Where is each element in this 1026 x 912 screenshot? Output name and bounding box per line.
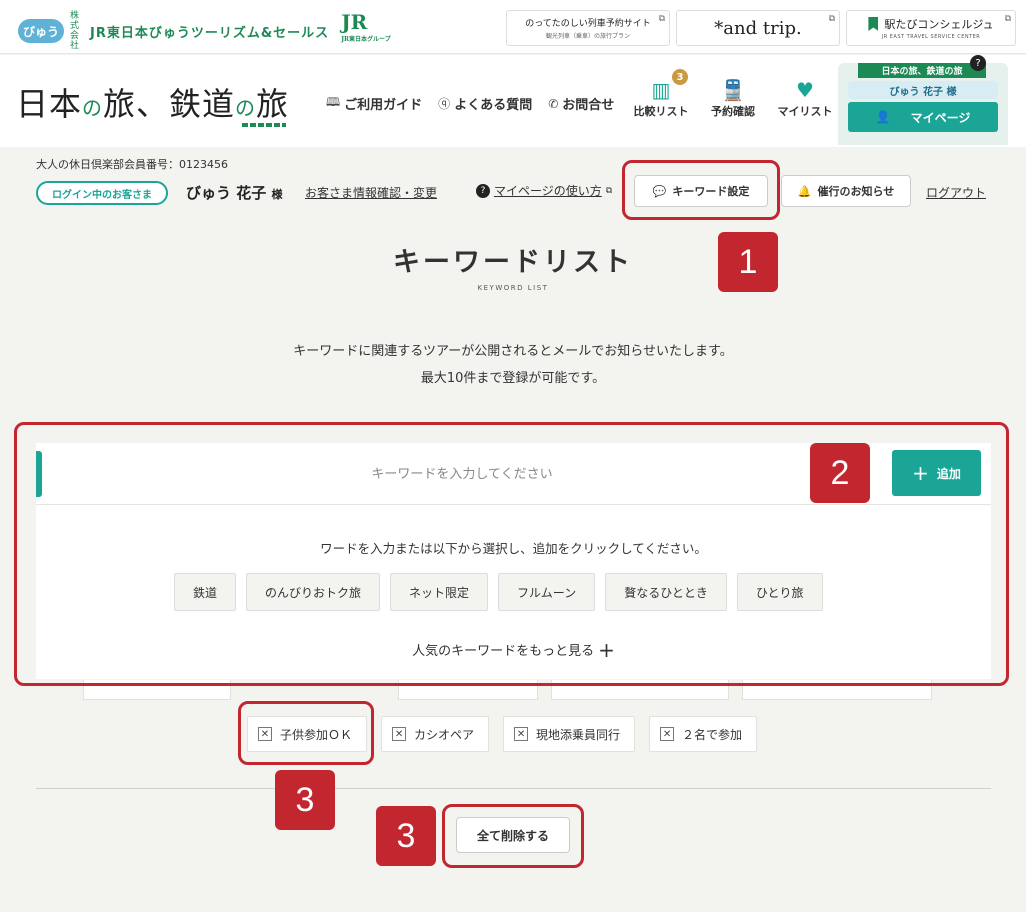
tour-notice-label: 催行のお知らせ [817, 185, 895, 198]
registered-keyword-tag: ✕ カシオペア [381, 716, 490, 752]
nav-contact-label: お問合せ [562, 98, 615, 113]
tour-notice-button[interactable]: 🔔 催行のお知らせ [781, 175, 911, 207]
logo-part: の [235, 96, 257, 120]
logo-part: 旅 [256, 85, 290, 123]
registered-keyword-tag: ✕ ２名で参加 [649, 716, 758, 752]
logo-part: 旅、鉄道 [103, 85, 236, 123]
external-link-icon: ⧉ [1004, 14, 1011, 24]
external-link-icon: ⧉ [828, 14, 835, 24]
top-bar: びゅう 株式会社 JR東日本びゅうツーリズム&セールス JR JR東日本グループ… [0, 0, 1026, 54]
mypage-guide-link[interactable]: ? マイページの使い方 ⧉ [476, 182, 612, 199]
remove-icon[interactable]: ✕ [660, 727, 675, 741]
kaisha-label: 株式会社 [70, 11, 80, 51]
concierge-link-main: 駅たびコンシェルジュ [868, 16, 994, 32]
divider [36, 788, 991, 789]
question-icon: ? [476, 183, 490, 198]
bell-icon: 🔔 [797, 184, 812, 198]
annotation-highlight-1 [622, 160, 780, 220]
nav-faq-label: よくある質問 [454, 98, 533, 113]
registered-keyword-tag: ✕ 現地添乗員同行 [503, 716, 636, 752]
nav-guide-label: ご利用ガイド [344, 98, 423, 113]
logout-link[interactable]: ログアウト [926, 184, 986, 201]
page-description: キーワードに関連するツアーが公開されるとメールでお知らせいたします。 最大10件… [0, 338, 1026, 392]
train-icon: 🚆 [720, 78, 746, 102]
page-subtitle: KEYWORD LIST [477, 284, 549, 292]
compare-list-button[interactable]: ▥ 3 比較リスト [632, 69, 690, 119]
description-line: キーワードに関連するツアーが公開されるとメールでお知らせいたします。 [293, 344, 733, 359]
noru-train-site-link[interactable]: のってたのしい列車予約サイト 観光列車（乗車）の旅行プラン ⧉ [506, 10, 670, 46]
andtrip-label: *and trip. [714, 17, 802, 39]
mypage-panel: 日本の旅、鉄道の旅 ? びゅう 花子 様 👤 マイページ [838, 55, 1008, 145]
mylist-label: マイリスト [777, 105, 833, 118]
login-status-badge: ログイン中のお客さま [36, 181, 168, 205]
remove-icon[interactable]: ✕ [392, 727, 407, 741]
concierge-label: 駅たびコンシェルジュ [884, 18, 994, 31]
registered-keyword-label: ２名で参加 [682, 727, 743, 742]
annotation-number-3b: 3 [376, 806, 436, 866]
header-icon-nav: ▥ 3 比較リスト 🚆 予約確認 ♥ マイリスト [632, 69, 834, 119]
flag-icon [868, 17, 879, 31]
mypage-button[interactable]: 👤 マイページ [848, 102, 998, 132]
mypage-guide-label: マイページの使い方 [494, 184, 602, 198]
concierge-link[interactable]: 駅たびコンシェルジュ JR EAST TRAVEL SERVICE CENTER… [846, 10, 1016, 46]
description-line: 最大10件まで登録が可能です。 [420, 371, 606, 386]
customer-info-link[interactable]: お客さま情報確認・変更 [305, 184, 437, 201]
annotation-highlight-3a [238, 701, 374, 765]
nav-guide[interactable]: 🕮 ご利用ガイド [326, 93, 422, 114]
jr-logo: JR JR東日本グループ [341, 12, 391, 49]
reservation-check-button[interactable]: 🚆 予約確認 [704, 77, 762, 119]
andtrip-link[interactable]: *and trip. ⧉ [676, 10, 840, 46]
noru-link-sub: 観光列車（乗車）の旅行プラン [545, 33, 630, 40]
user-name-text: びゅう 花子 [186, 184, 267, 202]
concierge-sub: JR EAST TRAVEL SERVICE CENTER [881, 34, 981, 40]
compare-count-badge: 3 [672, 69, 688, 85]
honorific: 様 [271, 188, 283, 201]
logo-part: 日本 [16, 85, 83, 123]
company-name: JR東日本びゅうツーリズム&セールス [90, 25, 330, 41]
registered-keyword-label: カシオペア [414, 727, 475, 742]
reservation-check-label: 予約確認 [711, 105, 755, 118]
mypage-button-label: マイページ [910, 110, 971, 125]
external-link-icon: ⧉ [605, 185, 613, 196]
annotation-highlight-3b [442, 804, 584, 868]
user-name: びゅう 花子 様 [186, 182, 282, 203]
heart-icon: ♥ [796, 78, 814, 102]
jr-group-label: JR東日本グループ [341, 36, 391, 43]
phone-icon: ✆ [548, 96, 559, 111]
compare-list-icon: ▥ [651, 78, 671, 102]
help-icon[interactable]: ? [970, 55, 986, 71]
compare-list-label: 比較リスト [633, 105, 689, 118]
company-logo[interactable]: びゅう 株式会社 JR東日本びゅうツーリズム&セールス JR JR東日本グループ [18, 11, 391, 51]
nav-faq[interactable]: ⓠ よくある質問 [438, 93, 532, 114]
rail-decoration [242, 123, 286, 127]
registered-keyword-label: 現地添乗員同行 [536, 727, 621, 742]
view-logo: びゅう [18, 19, 64, 43]
mypage-user-name: びゅう 花子 様 [848, 81, 998, 99]
nav-contact[interactable]: ✆ お問合せ [548, 93, 614, 114]
header-nav: 🕮 ご利用ガイド ⓠ よくある質問 ✆ お問合せ [326, 93, 614, 114]
remove-icon[interactable]: ✕ [514, 727, 529, 741]
page-title: キーワードリスト [393, 247, 633, 278]
book-icon: 🕮 [326, 95, 341, 109]
annotation-number-2: 2 [810, 443, 870, 503]
external-link-icon: ⧉ [658, 14, 665, 24]
mylist-button[interactable]: ♥ マイリスト [776, 77, 834, 119]
annotation-number-1: 1 [718, 232, 778, 292]
member-number: 大人の休日倶楽部会員番号：0123456 [36, 158, 228, 171]
mypage-ribbon: 日本の旅、鉄道の旅 [858, 63, 986, 78]
annotation-number-3a: 3 [275, 770, 335, 830]
user-icon: 👤 [875, 110, 891, 124]
logo-part: の [82, 96, 104, 120]
noru-link-main: のってたのしい列車予約サイト [525, 19, 651, 29]
question-icon: ⓠ [438, 97, 451, 111]
site-logo[interactable]: 日本の旅、鉄道の旅 [16, 79, 290, 127]
